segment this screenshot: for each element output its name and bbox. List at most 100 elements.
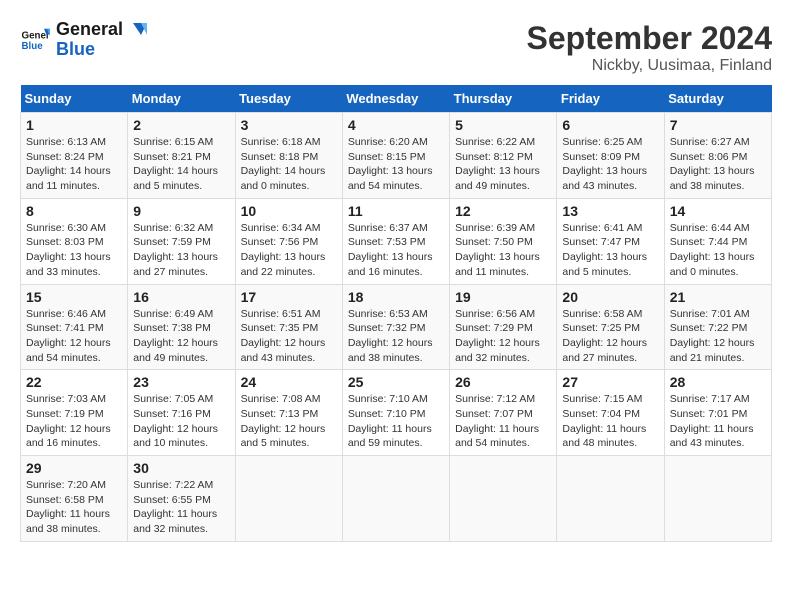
sunrise-text: Sunrise: 7:10 AM [348,392,444,407]
sunset-text: Sunset: 7:07 PM [455,407,551,422]
day-info: Sunrise: 6:49 AM Sunset: 7:38 PM Dayligh… [133,307,229,366]
table-row [450,456,557,542]
table-row: 1 Sunrise: 6:13 AM Sunset: 8:24 PM Dayli… [21,113,128,199]
daylight-text: Daylight: 12 hours and 10 minutes. [133,422,229,451]
sunrise-text: Sunrise: 6:56 AM [455,307,551,322]
day-number: 19 [455,289,551,305]
day-info: Sunrise: 6:22 AM Sunset: 8:12 PM Dayligh… [455,135,551,194]
day-number: 10 [241,203,337,219]
day-info: Sunrise: 7:01 AM Sunset: 7:22 PM Dayligh… [670,307,766,366]
sunrise-text: Sunrise: 7:22 AM [133,478,229,493]
table-row: 15 Sunrise: 6:46 AM Sunset: 7:41 PM Dayl… [21,284,128,370]
daylight-text: Daylight: 14 hours and 0 minutes. [241,164,337,193]
sunset-text: Sunset: 7:22 PM [670,321,766,336]
daylight-text: Daylight: 11 hours and 32 minutes. [133,507,229,536]
day-info: Sunrise: 6:39 AM Sunset: 7:50 PM Dayligh… [455,221,551,280]
sunset-text: Sunset: 8:06 PM [670,150,766,165]
daylight-text: Daylight: 12 hours and 27 minutes. [562,336,658,365]
sunset-text: Sunset: 7:47 PM [562,235,658,250]
sunset-text: Sunset: 7:01 PM [670,407,766,422]
day-info: Sunrise: 6:44 AM Sunset: 7:44 PM Dayligh… [670,221,766,280]
table-row: 7 Sunrise: 6:27 AM Sunset: 8:06 PM Dayli… [664,113,771,199]
sunset-text: Sunset: 8:03 PM [26,235,122,250]
table-row [235,456,342,542]
table-row: 16 Sunrise: 6:49 AM Sunset: 7:38 PM Dayl… [128,284,235,370]
day-number: 28 [670,374,766,390]
day-number: 21 [670,289,766,305]
daylight-text: Daylight: 12 hours and 5 minutes. [241,422,337,451]
table-row: 3 Sunrise: 6:18 AM Sunset: 8:18 PM Dayli… [235,113,342,199]
table-row [342,456,449,542]
daylight-text: Daylight: 13 hours and 0 minutes. [670,250,766,279]
day-info: Sunrise: 7:10 AM Sunset: 7:10 PM Dayligh… [348,392,444,451]
col-wednesday: Wednesday [342,85,449,113]
day-number: 23 [133,374,229,390]
daylight-text: Daylight: 13 hours and 54 minutes. [348,164,444,193]
day-info: Sunrise: 6:34 AM Sunset: 7:56 PM Dayligh… [241,221,337,280]
col-thursday: Thursday [450,85,557,113]
daylight-text: Daylight: 14 hours and 11 minutes. [26,164,122,193]
sunset-text: Sunset: 7:16 PM [133,407,229,422]
table-row: 26 Sunrise: 7:12 AM Sunset: 7:07 PM Dayl… [450,370,557,456]
day-info: Sunrise: 6:13 AM Sunset: 8:24 PM Dayligh… [26,135,122,194]
table-row: 19 Sunrise: 6:56 AM Sunset: 7:29 PM Dayl… [450,284,557,370]
sunrise-text: Sunrise: 6:39 AM [455,221,551,236]
sunrise-text: Sunrise: 7:17 AM [670,392,766,407]
sunrise-text: Sunrise: 6:44 AM [670,221,766,236]
sunrise-text: Sunrise: 6:53 AM [348,307,444,322]
day-info: Sunrise: 6:53 AM Sunset: 7:32 PM Dayligh… [348,307,444,366]
sunrise-text: Sunrise: 7:08 AM [241,392,337,407]
logo-line2: Blue [56,40,123,60]
day-info: Sunrise: 6:37 AM Sunset: 7:53 PM Dayligh… [348,221,444,280]
day-number: 22 [26,374,122,390]
day-number: 13 [562,203,658,219]
day-info: Sunrise: 6:32 AM Sunset: 7:59 PM Dayligh… [133,221,229,280]
day-number: 8 [26,203,122,219]
day-info: Sunrise: 7:03 AM Sunset: 7:19 PM Dayligh… [26,392,122,451]
sunset-text: Sunset: 6:55 PM [133,493,229,508]
daylight-text: Daylight: 13 hours and 49 minutes. [455,164,551,193]
day-number: 3 [241,117,337,133]
page-header: General Blue General Blue September 2024… [20,20,772,75]
sunrise-text: Sunrise: 7:15 AM [562,392,658,407]
day-number: 9 [133,203,229,219]
daylight-text: Daylight: 11 hours and 48 minutes. [562,422,658,451]
day-info: Sunrise: 7:12 AM Sunset: 7:07 PM Dayligh… [455,392,551,451]
daylight-text: Daylight: 12 hours and 43 minutes. [241,336,337,365]
daylight-text: Daylight: 13 hours and 16 minutes. [348,250,444,279]
daylight-text: Daylight: 12 hours and 21 minutes. [670,336,766,365]
sunrise-text: Sunrise: 6:13 AM [26,135,122,150]
day-info: Sunrise: 7:17 AM Sunset: 7:01 PM Dayligh… [670,392,766,451]
day-number: 5 [455,117,551,133]
col-saturday: Saturday [664,85,771,113]
day-number: 16 [133,289,229,305]
table-row: 14 Sunrise: 6:44 AM Sunset: 7:44 PM Dayl… [664,198,771,284]
daylight-text: Daylight: 12 hours and 16 minutes. [26,422,122,451]
daylight-text: Daylight: 13 hours and 22 minutes. [241,250,337,279]
daylight-text: Daylight: 13 hours and 27 minutes. [133,250,229,279]
table-row: 12 Sunrise: 6:39 AM Sunset: 7:50 PM Dayl… [450,198,557,284]
week-row-3: 15 Sunrise: 6:46 AM Sunset: 7:41 PM Dayl… [21,284,772,370]
day-number: 25 [348,374,444,390]
page-title: September 2024 [527,20,772,57]
sunset-text: Sunset: 8:21 PM [133,150,229,165]
sunrise-text: Sunrise: 7:01 AM [670,307,766,322]
sunset-text: Sunset: 8:15 PM [348,150,444,165]
sunrise-text: Sunrise: 6:15 AM [133,135,229,150]
daylight-text: Daylight: 13 hours and 5 minutes. [562,250,658,279]
table-row: 24 Sunrise: 7:08 AM Sunset: 7:13 PM Dayl… [235,370,342,456]
sunset-text: Sunset: 7:29 PM [455,321,551,336]
sunset-text: Sunset: 7:53 PM [348,235,444,250]
sunrise-text: Sunrise: 6:51 AM [241,307,337,322]
sunrise-text: Sunrise: 6:58 AM [562,307,658,322]
sunset-text: Sunset: 8:18 PM [241,150,337,165]
table-row: 8 Sunrise: 6:30 AM Sunset: 8:03 PM Dayli… [21,198,128,284]
daylight-text: Daylight: 11 hours and 38 minutes. [26,507,122,536]
day-info: Sunrise: 6:15 AM Sunset: 8:21 PM Dayligh… [133,135,229,194]
day-info: Sunrise: 7:20 AM Sunset: 6:58 PM Dayligh… [26,478,122,537]
table-row: 13 Sunrise: 6:41 AM Sunset: 7:47 PM Dayl… [557,198,664,284]
col-tuesday: Tuesday [235,85,342,113]
daylight-text: Daylight: 11 hours and 59 minutes. [348,422,444,451]
col-sunday: Sunday [21,85,128,113]
table-row [664,456,771,542]
